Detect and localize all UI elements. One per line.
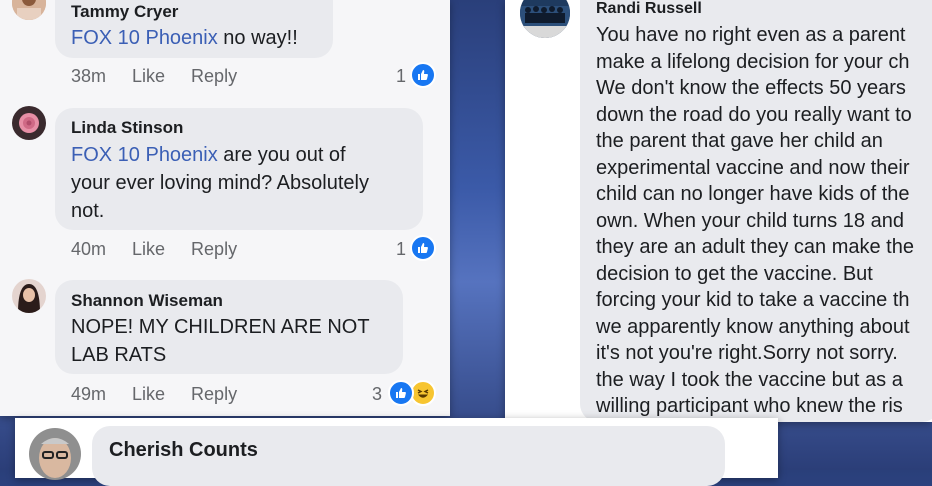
reply-button[interactable]: Reply bbox=[191, 384, 237, 404]
reply-button[interactable]: Reply bbox=[191, 239, 237, 259]
avatar[interactable] bbox=[12, 0, 46, 20]
team-photo-icon bbox=[520, 0, 570, 38]
left-comments-panel: Tammy Cryer FOX 10 Phoenix no way!! 38m L… bbox=[0, 0, 450, 416]
comment-timestamp: 40m bbox=[71, 239, 107, 259]
comment-author[interactable]: Cherish Counts bbox=[109, 439, 258, 462]
user-photo-icon bbox=[29, 428, 81, 480]
like-button[interactable]: Like bbox=[132, 384, 165, 404]
comment-timestamp: 38m bbox=[71, 66, 107, 86]
thumbs-up-icon[interactable] bbox=[410, 62, 436, 88]
comment-text-line: the parent that gave her child an bbox=[596, 130, 883, 152]
right-comment-panel: Randi Russell You have no right even as … bbox=[505, 0, 932, 422]
comment-actions: 40m Like Reply bbox=[71, 239, 263, 260]
comment-text-line: experimental vaccine and now their bbox=[596, 156, 910, 179]
thumbs-up-icon[interactable] bbox=[410, 235, 436, 261]
comment-text-line: it's not you're right.Sorry not sorry. bbox=[596, 342, 898, 364]
avatar[interactable] bbox=[12, 279, 46, 313]
comment-text-line: You have no right even as a parent bbox=[596, 24, 906, 46]
comment-text: NOPE! MY CHILDREN ARE NOT LAB RATS bbox=[71, 313, 396, 369]
like-button[interactable]: Like bbox=[132, 239, 165, 259]
reaction-count[interactable]: 1 bbox=[396, 239, 406, 260]
user-photo-icon bbox=[12, 0, 46, 20]
comment-author[interactable]: Randi Russell bbox=[596, 0, 702, 18]
comment-timestamp: 49m bbox=[71, 384, 107, 404]
comment-text-line: we apparently know anything about bbox=[596, 315, 910, 338]
thumbs-up-icon[interactable] bbox=[388, 380, 414, 406]
comment-text-line: NOPE! MY CHILDREN ARE NOT bbox=[71, 316, 370, 338]
comment-author[interactable]: Shannon Wiseman bbox=[71, 291, 223, 311]
comment-text-line: your ever loving mind? Absolutely bbox=[71, 172, 369, 194]
comment-text-body: no way!! bbox=[217, 27, 298, 49]
comment-text: FOX 10 Phoenix are you out of your ever … bbox=[71, 141, 416, 225]
comment-text-line: child can no longer have kids of the bbox=[596, 183, 910, 205]
comment-text-line: decision to get the vaccine. But bbox=[596, 262, 873, 285]
comment-text-line: the way I took the vaccine but as a bbox=[596, 368, 903, 391]
comment-text-line: own. When your child turns 18 and bbox=[596, 209, 904, 232]
reply-button[interactable]: Reply bbox=[191, 66, 237, 86]
reaction-count[interactable]: 1 bbox=[396, 66, 406, 87]
comment-author[interactable]: Tammy Cryer bbox=[71, 2, 178, 22]
comment-text: You have no right even as a parent make … bbox=[596, 22, 932, 420]
reaction-count[interactable]: 3 bbox=[372, 384, 382, 405]
like-button[interactable]: Like bbox=[132, 66, 165, 86]
user-photo-icon bbox=[12, 279, 46, 313]
comment-text-line: make a lifelong decision for your ch bbox=[596, 50, 910, 73]
avatar[interactable] bbox=[12, 106, 46, 140]
avatar[interactable] bbox=[29, 428, 81, 480]
comment-text-line: willing participant who knew the ris bbox=[596, 395, 903, 417]
tagged-page-link[interactable]: FOX 10 Phoenix bbox=[71, 27, 218, 49]
rose-photo-icon bbox=[12, 106, 46, 140]
comment-text-line: they are an adult they can make the bbox=[596, 236, 914, 258]
avatar[interactable] bbox=[520, 0, 570, 38]
bottom-comment-panel: Cherish Counts bbox=[15, 418, 778, 486]
comment-author[interactable]: Linda Stinson bbox=[71, 118, 183, 138]
comment-actions: 38m Like Reply bbox=[71, 66, 263, 87]
comment-text-line: down the road do you really want to bbox=[596, 103, 912, 126]
comment-text: FOX 10 Phoenix no way!! bbox=[71, 24, 341, 52]
comment-actions: 49m Like Reply bbox=[71, 384, 263, 405]
comment-text-line: are you out of bbox=[217, 144, 346, 166]
comment-text-line: LAB RATS bbox=[71, 344, 167, 366]
comment-text-line: not. bbox=[71, 200, 105, 222]
comment-text-line: We don't know the effects 50 years bbox=[596, 77, 906, 99]
comment-text-line: forcing your kid to take a vaccine th bbox=[596, 289, 910, 311]
tagged-page-link[interactable]: FOX 10 Phoenix bbox=[71, 144, 218, 166]
